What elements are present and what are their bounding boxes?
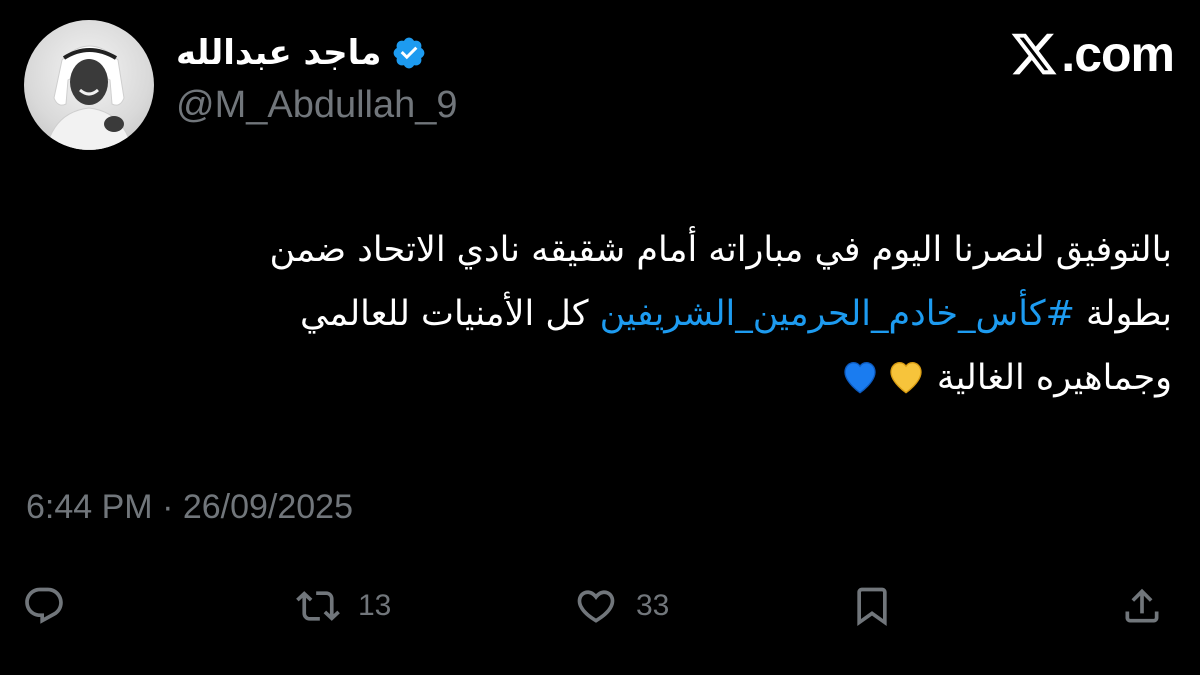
yellow-heart-icon <box>890 361 922 394</box>
x-logo-icon <box>1011 33 1057 75</box>
bookmark-button[interactable] <box>850 578 894 634</box>
tweet-timestamp[interactable]: 6:44 PM · 26/09/2025 <box>26 488 353 527</box>
verified-badge-icon[interactable] <box>391 35 427 71</box>
repost-count: 13 <box>358 589 392 622</box>
share-button[interactable] <box>1120 578 1164 634</box>
repost-button[interactable]: 13 <box>296 578 391 634</box>
tweet-text-segment: كل الأمنيات للعالمي <box>300 294 600 334</box>
tweet-text-segment: وجماهيره الغالية <box>936 358 1172 398</box>
tweet-line-1: بالتوفيق لنصرنا اليوم في مباراته أمام شق… <box>269 230 1172 270</box>
avatar[interactable] <box>24 20 154 150</box>
author-display-name[interactable]: ماجد عبدالله <box>176 33 381 73</box>
like-count: 33 <box>636 589 670 622</box>
repost-icon <box>296 591 340 621</box>
blue-heart-icon <box>844 361 876 394</box>
share-icon <box>1125 588 1159 623</box>
reply-icon <box>25 587 63 624</box>
hashtag-link[interactable]: #كأس_خادم_الحرمين_الشريفين <box>600 294 1075 334</box>
tweet-line-2: بطولة #كأس_خادم_الحرمين_الشريفين كل الأم… <box>22 282 1172 346</box>
bookmark-icon <box>857 587 887 627</box>
like-button[interactable]: 33 <box>574 578 669 634</box>
reply-button[interactable] <box>22 578 66 634</box>
profile-photo <box>45 45 133 150</box>
author-name-row: ماجد عبدالله <box>176 26 427 80</box>
tweet-text-segment: بطولة <box>1074 294 1172 334</box>
brand-watermark: .com <box>1009 24 1175 84</box>
tweet-line-3: وجماهيره الغالية <box>22 346 1172 410</box>
tweet-text: بالتوفيق لنصرنا اليوم في مباراته أمام شق… <box>22 218 1172 410</box>
heart-outline-icon <box>577 590 615 623</box>
author-handle[interactable]: @M_Abdullah_9 <box>176 84 458 127</box>
action-bar: 13 33 <box>0 578 1200 634</box>
brand-text: .com <box>1061 26 1175 82</box>
